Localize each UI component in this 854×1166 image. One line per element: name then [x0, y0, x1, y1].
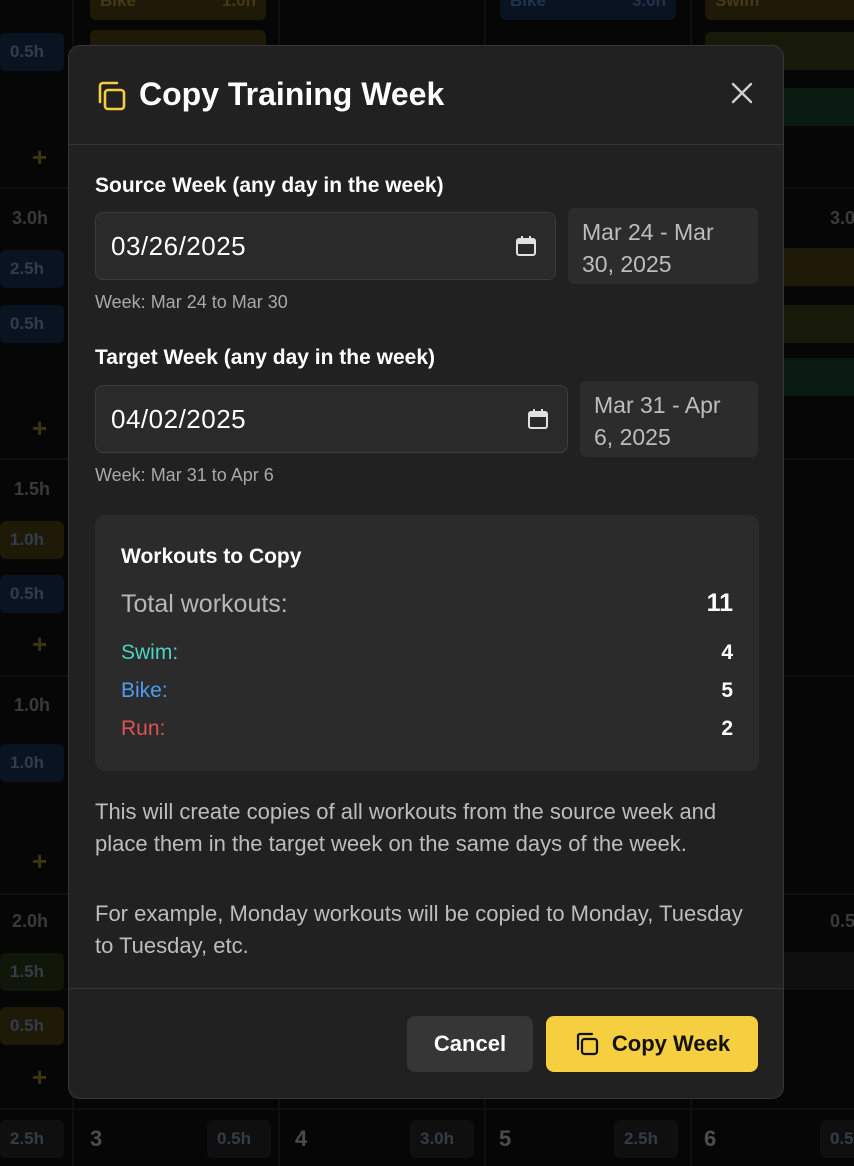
copy-icon [98, 81, 126, 111]
run-label: Run: [121, 717, 166, 740]
copy-week-button[interactable]: Copy Week [546, 1016, 758, 1072]
target-date-value: 04/02/2025 [111, 404, 247, 434]
close-icon[interactable] [729, 80, 755, 106]
bike-label: Bike: [121, 679, 168, 702]
bike-count: 5 [721, 679, 733, 702]
target-week-range: Mar 31 - Apr 6, 2025 [580, 381, 758, 457]
swim-count: 4 [721, 641, 733, 664]
dialog-title: Copy Training Week [139, 76, 445, 112]
cancel-button[interactable]: Cancel [407, 1016, 533, 1072]
source-week-hint: Week: Mar 24 to Mar 30 [95, 292, 288, 312]
dialog-header: Copy Training Week [69, 46, 783, 145]
copy-week-dialog: Copy Training Week Source Week (any day … [68, 45, 784, 1099]
source-date-input[interactable]: 03/26/2025 [95, 212, 556, 280]
workouts-summary: Workouts to Copy Total workouts: 11 Swim… [95, 515, 759, 771]
source-week-label: Source Week (any day in the week) [95, 174, 444, 197]
source-week-range: Mar 24 - Mar 30, 2025 [568, 208, 758, 284]
summary-title: Workouts to Copy [121, 545, 302, 568]
target-date-input[interactable]: 04/02/2025 [95, 385, 568, 453]
calendar-icon[interactable] [515, 235, 537, 257]
source-date-value: 03/26/2025 [111, 231, 247, 261]
total-workouts-value: 11 [706, 589, 733, 617]
target-week-hint: Week: Mar 31 to Apr 6 [95, 465, 274, 485]
calendar-icon[interactable] [527, 408, 549, 430]
swim-label: Swim: [121, 641, 179, 664]
target-week-label: Target Week (any day in the week) [95, 346, 435, 369]
copy-icon [576, 1032, 599, 1056]
example-text: For example, Monday workouts will be cop… [95, 901, 743, 958]
run-count: 2 [721, 717, 733, 740]
total-workouts-label: Total workouts: [121, 590, 288, 618]
dialog-footer: Cancel Copy Week [69, 988, 783, 1099]
cancel-button-label: Cancel [433, 1031, 507, 1056]
description-text: This will create copies of all workouts … [95, 799, 717, 856]
copy-week-button-label: Copy Week [611, 1031, 731, 1056]
